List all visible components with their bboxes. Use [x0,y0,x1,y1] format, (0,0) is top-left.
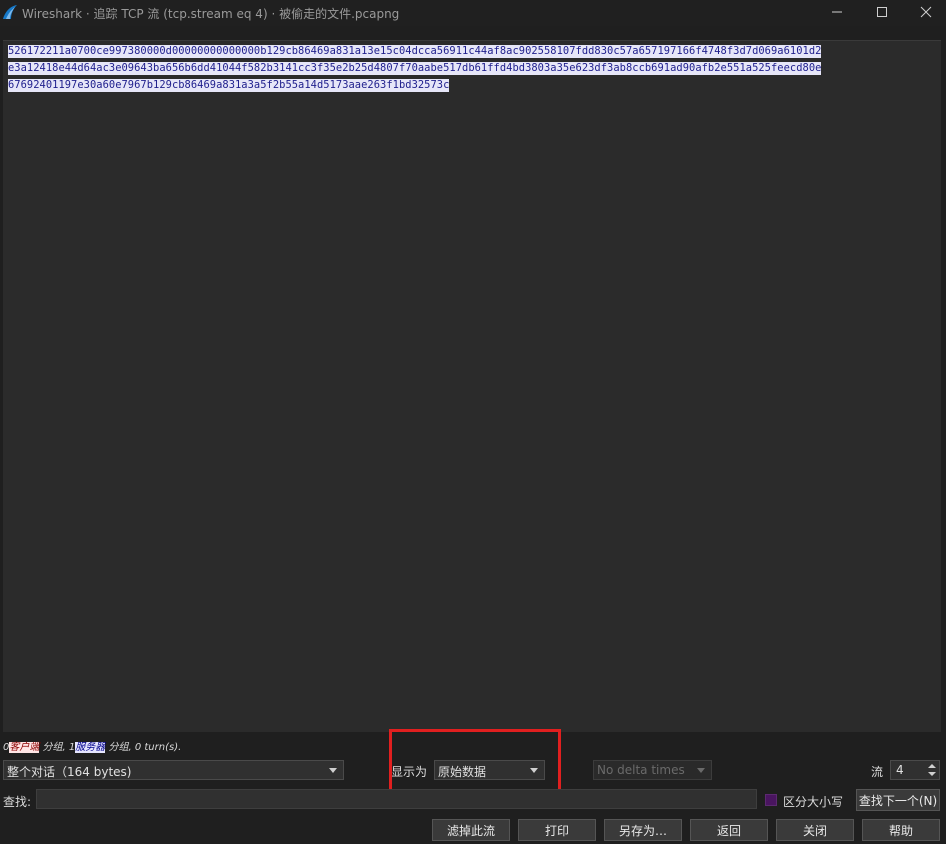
stream-summary: 0客户端 分组, 1服务器 分组, 0 turn(s). [3,738,181,753]
stream-data-line: 67692401197e30a60e7967b129cb86469a831a3a… [8,79,450,92]
spin-down-icon[interactable] [928,772,936,776]
stream-number-value: 4 [896,763,904,777]
title-bar: Wireshark · 追踪 TCP 流 (tcp.stream eq 4) ·… [0,0,946,26]
chevron-down-icon [329,768,337,773]
server-suffix: 分组, 0 turn(s). [105,742,182,753]
stream-data-line: e3a12418e44d64ac3e09643ba656b6dd41044f58… [8,62,822,75]
maximize-button[interactable] [862,0,902,24]
chevron-down-icon [697,768,705,773]
window-title: Wireshark · 追踪 TCP 流 (tcp.stream eq 4) ·… [22,7,400,21]
stream-data-line: 526172211a0700ce997380000d00000000000000… [8,45,822,58]
close-button[interactable]: 关闭 [776,819,854,841]
spin-up-icon[interactable] [928,764,936,768]
case-sensitive-label: 区分大小写 [783,795,844,809]
delta-times-value: No delta times [597,763,685,777]
case-sensitive-checkbox[interactable] [765,794,777,806]
close-icon [920,6,932,18]
conversation-value: 整个对话（164 bytes) [7,765,132,779]
close-window-button[interactable] [906,0,946,24]
find-label: 查找: [3,795,32,809]
find-input[interactable] [36,789,757,809]
maximize-icon [877,7,887,17]
minimize-icon [832,11,842,13]
conversation-select[interactable]: 整个对话（164 bytes) [3,760,344,780]
back-button[interactable]: 返回 [690,819,768,841]
print-button[interactable]: 打印 [518,819,596,841]
stream-number-spinbox[interactable]: 4 [890,760,940,780]
wireshark-fin-icon [3,5,17,19]
filter-out-stream-button[interactable]: 滤掉此流 [432,819,510,841]
find-next-button[interactable]: 查找下一个(N) [856,789,940,811]
stream-content-pane[interactable]: 526172211a0700ce997380000d00000000000000… [3,40,941,732]
help-button[interactable]: 帮助 [862,819,940,841]
save-as-button[interactable]: 另存为… [604,819,682,841]
client-tag: 客户端 [9,742,40,753]
server-tag: 服务器 [75,742,106,753]
client-suffix: 分组, [39,742,69,753]
delta-times-select[interactable]: No delta times [593,760,712,780]
minimize-button[interactable] [817,0,857,24]
stream-label: 流 [871,765,884,779]
